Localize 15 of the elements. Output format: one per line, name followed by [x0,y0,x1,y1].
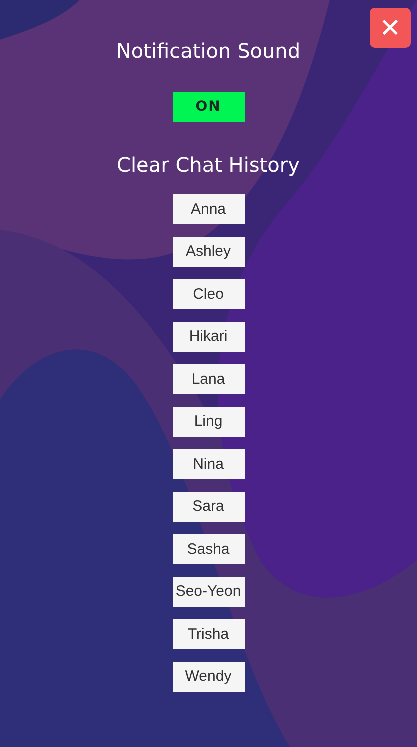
toggle-button[interactable]: ON [172,92,244,122]
contact-button[interactable]: Cleo [172,279,244,309]
contact-button[interactable]: Trisha [172,619,244,649]
contact-button[interactable]: Hikari [172,322,244,352]
contact-button[interactable]: Ashley [172,236,244,266]
contact-button[interactable]: Nina [172,449,244,479]
contact-button[interactable]: Lana [172,364,244,394]
section-title: Clear Chat History [117,152,300,178]
contact-button[interactable]: Wendy [172,662,244,692]
contact-button[interactable]: Seo-Yeon [172,576,244,606]
contact-button[interactable]: Sasha [172,534,244,564]
contact-button[interactable]: Sara [172,492,244,522]
contact-button[interactable]: Anna [172,194,244,224]
section-title: Notification Sound [116,38,301,64]
contact-button[interactable]: Ling [172,406,244,436]
